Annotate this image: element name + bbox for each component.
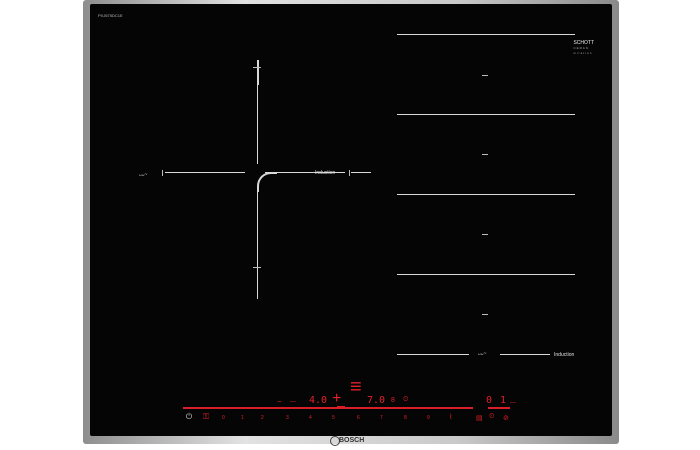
minus-small-icon: — bbox=[290, 399, 296, 405]
right-zone-3-tick bbox=[482, 234, 488, 235]
left-power-display: 4.0 bbox=[309, 395, 328, 406]
power-button[interactable]: ⏻ bbox=[182, 412, 196, 422]
schott-ceran-logo: SCHOTT CERAN miratron bbox=[573, 40, 594, 56]
timer-button[interactable]: ⏲ bbox=[403, 396, 408, 404]
model-number: PXJ675DC1E bbox=[98, 13, 123, 18]
scale-8[interactable]: 8 bbox=[404, 415, 407, 421]
left-zone-vertical-lower bbox=[257, 189, 258, 299]
left-zone-tick-left bbox=[162, 170, 163, 176]
mid-power-display: 7.0 bbox=[367, 395, 386, 406]
scale-9[interactable]: 9 bbox=[427, 415, 430, 421]
minus-button[interactable]: − bbox=[277, 397, 282, 406]
left-zone-tick-bottom bbox=[253, 267, 261, 268]
scale-2[interactable]: 2 bbox=[261, 415, 264, 421]
scale-3[interactable]: 3 bbox=[286, 415, 289, 421]
menu-button[interactable]: ▤ bbox=[476, 414, 483, 422]
right-zone-divider-1 bbox=[397, 34, 575, 35]
right-zone-bottom-line-right bbox=[500, 354, 550, 355]
right-zone-divider-4 bbox=[397, 274, 575, 275]
left-zone-horizontal-left bbox=[165, 172, 245, 173]
heat-icon[interactable]: ⌇ bbox=[449, 413, 452, 421]
scale-0[interactable]: 0 bbox=[222, 415, 225, 421]
center-induction-label: Induction bbox=[315, 170, 336, 176]
timer-control-button[interactable]: ⏲ bbox=[489, 413, 494, 421]
right-zone-divider-3 bbox=[397, 194, 575, 195]
right-zone-1-tick bbox=[482, 75, 488, 76]
right-display-zero: 0 bbox=[486, 395, 493, 406]
boost-button[interactable]: 8 bbox=[391, 397, 395, 404]
left-zone-tick-right bbox=[349, 170, 350, 176]
right-zone-2-tick bbox=[482, 154, 488, 155]
bottom-induction-label: Induction bbox=[554, 352, 575, 358]
right-zone-4-tick bbox=[482, 314, 488, 315]
left-zone-tick-top bbox=[253, 67, 261, 68]
cooktop-glass: PXJ675DC1E ᴗᴗ~ Induction SCHOTT CERAN mi… bbox=[90, 4, 612, 436]
scale-6[interactable]: 6 bbox=[357, 415, 360, 421]
child-lock-button[interactable]: ⚿ bbox=[199, 412, 213, 422]
right-display-one: 1 bbox=[500, 395, 507, 406]
right-zone-bottom-line-left bbox=[397, 354, 469, 355]
right-zone-icon: ᴗᴗ~ bbox=[478, 351, 487, 357]
brand-name: BOSCH bbox=[339, 437, 365, 444]
left-zone-icon: ᴗᴗ~ bbox=[139, 172, 148, 178]
power-slider[interactable] bbox=[183, 407, 473, 409]
right-minus-icon: — bbox=[510, 400, 516, 406]
scale-7[interactable]: 7 bbox=[380, 415, 383, 421]
left-zone-vertical-line bbox=[257, 80, 258, 164]
scale-5[interactable]: 5 bbox=[332, 415, 335, 421]
right-slider[interactable] bbox=[488, 407, 510, 409]
right-zone-divider-2 bbox=[397, 114, 575, 115]
center-zone-horizontal bbox=[351, 172, 371, 173]
info-button[interactable]: ⊘ bbox=[503, 414, 509, 422]
power-slider-handle[interactable] bbox=[337, 406, 345, 409]
scale-4[interactable]: 4 bbox=[309, 415, 312, 421]
flex-zone-button[interactable]: ≡ bbox=[350, 377, 362, 397]
scale-1[interactable]: 1 bbox=[241, 415, 244, 421]
left-zone-corner bbox=[257, 172, 277, 192]
